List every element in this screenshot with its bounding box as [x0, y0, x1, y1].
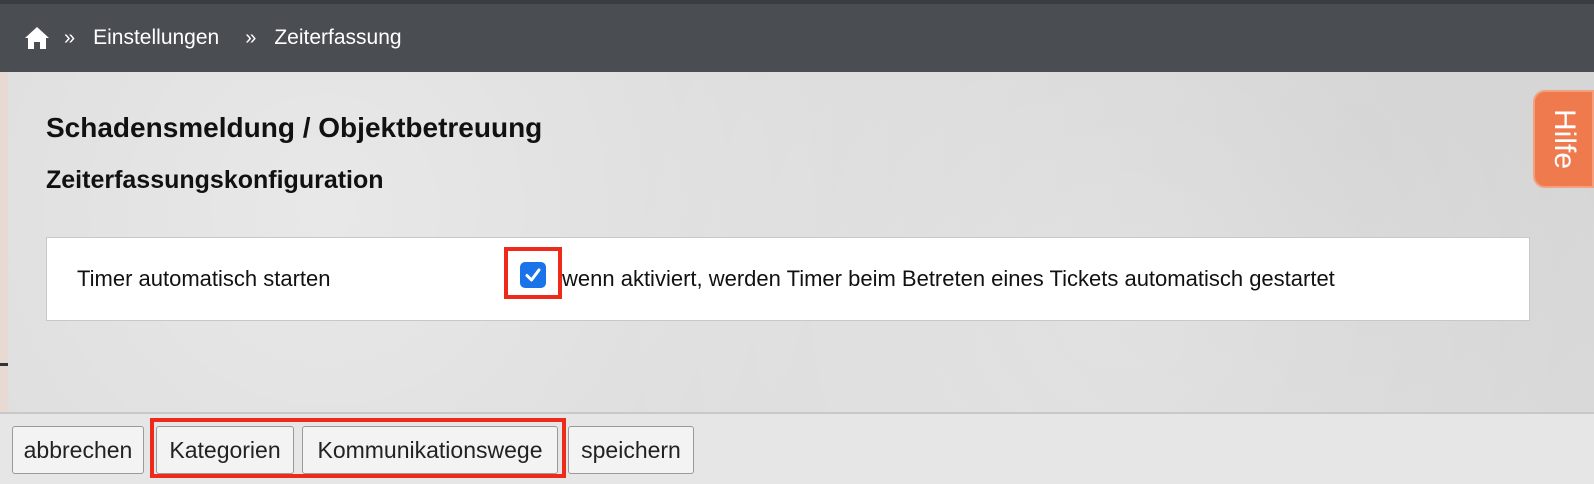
section-title: Zeiterfassungskonfiguration — [46, 166, 384, 194]
timer-autostart-description: wenn aktiviert, werden Timer beim Betret… — [562, 266, 1335, 291]
timer-autostart-checkbox[interactable] — [520, 262, 546, 288]
timer-autostart-label: Timer automatisch starten — [77, 266, 331, 291]
page-title: Schadensmeldung / Objektbetreuung — [46, 112, 543, 143]
breadcrumb-separator: » — [245, 26, 257, 49]
categories-button[interactable]: Kategorien — [156, 426, 294, 474]
help-tab-label: Hilfe — [1547, 108, 1581, 170]
breadcrumb-separator: » — [64, 26, 76, 49]
timer-settings-panel: Timer automatisch starten wenn aktiviert… — [46, 237, 1530, 321]
main-content: Schadensmeldung / Objektbetreuung Zeiter… — [8, 72, 1594, 412]
home-icon[interactable] — [24, 25, 50, 51]
checkmark-icon — [525, 268, 541, 282]
help-tab[interactable]: Hilfe — [1533, 90, 1594, 188]
top-navigation-bar: » Einstellungen » Zeiterfassung — [0, 0, 1594, 72]
left-edge-strip — [0, 72, 8, 412]
home-icon-glyph — [25, 27, 49, 49]
breadcrumb-einstellungen[interactable]: Einstellungen — [93, 26, 219, 50]
communication-channels-button[interactable]: Kommunikationswege — [302, 426, 558, 474]
cancel-button[interactable]: abbrechen — [12, 426, 144, 474]
breadcrumb-zeiterfassung[interactable]: Zeiterfassung — [274, 26, 401, 50]
save-button[interactable]: speichern — [568, 426, 694, 474]
edge-marker — [0, 363, 8, 366]
footer-toolbar: abbrechen Kategorien Kommunikationswege … — [0, 412, 1594, 484]
